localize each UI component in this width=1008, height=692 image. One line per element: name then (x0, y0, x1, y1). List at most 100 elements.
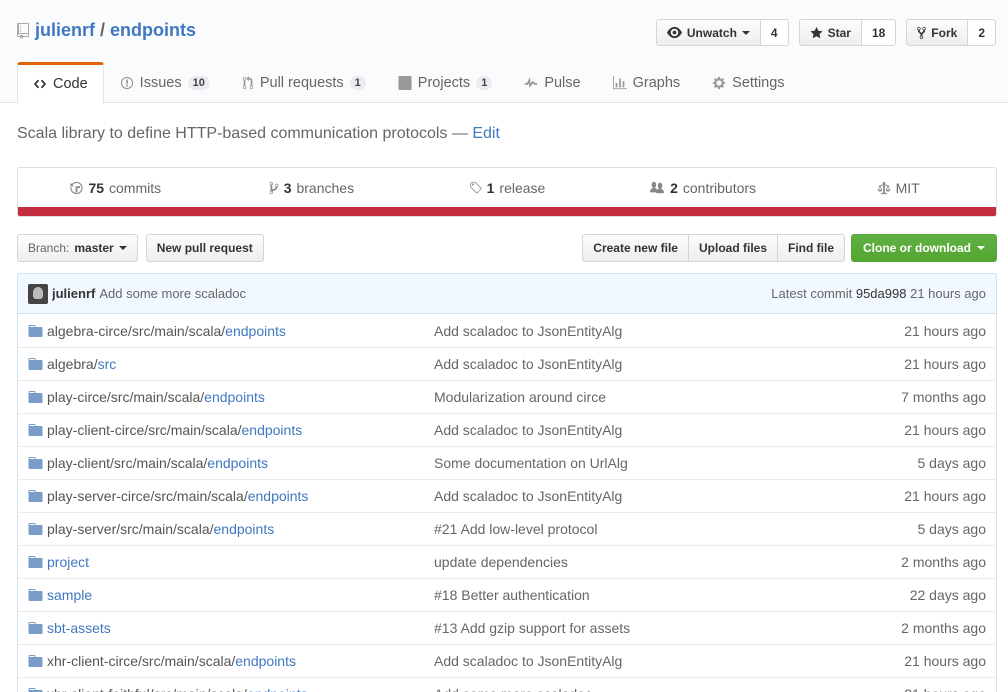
file-name-link[interactable]: play-circe/src/main/scala/endpoints (47, 389, 437, 405)
file-commit-message-link[interactable]: Modularization around circe (434, 389, 606, 405)
file-path-target[interactable]: endpoints (242, 422, 303, 438)
file-path-target[interactable]: endpoints (214, 521, 275, 537)
file-commit-message-link[interactable]: Add scaladoc to JsonEntityAlg (434, 323, 622, 339)
pulse-icon (525, 76, 538, 88)
file-rows: algebra-circe/src/main/scala/endpoints Ad… (18, 314, 996, 692)
tab-label: Pull requests (259, 74, 344, 91)
file-commit-message-link[interactable]: #13 Add gzip support for assets (434, 620, 630, 636)
upload-files-button[interactable]: Upload files (688, 234, 778, 262)
star-button[interactable]: Star (798, 19, 862, 46)
forks-count[interactable]: 2 (968, 19, 996, 46)
repo-owner-link[interactable]: julienrf (35, 20, 95, 41)
file-commit-message-link[interactable]: Add scaladoc to JsonEntityAlg (434, 356, 622, 372)
history-icon (70, 181, 84, 194)
file-path-target[interactable]: endpoints (207, 455, 268, 471)
tab-projects[interactable]: Projects 1 (382, 62, 509, 102)
unwatch-button[interactable]: Unwatch (655, 19, 761, 46)
file-commit-message-link[interactable]: Add some more scaladoc (434, 686, 592, 692)
file-name-link[interactable]: play-server-circe/src/main/scala/endpoin… (47, 488, 437, 504)
table-row: algebra-circe/src/main/scala/endpoints Ad… (18, 314, 996, 347)
find-file-button[interactable]: Find file (778, 234, 845, 262)
repo-nav-tabs: Code Issues 10 Pull requests 1 Projects … (17, 62, 801, 103)
tab-pull-requests[interactable]: Pull requests 1 (226, 62, 382, 102)
tab-graphs[interactable]: Graphs (597, 62, 697, 102)
edit-description-link[interactable]: Edit (472, 125, 500, 142)
tab-issues[interactable]: Issues 10 (104, 62, 226, 102)
releases-count: 1 (486, 179, 495, 196)
fork-button[interactable]: Fork (906, 19, 969, 46)
file-path-prefix: play-client/src/main/scala/ (47, 455, 208, 471)
file-commit-message-link[interactable]: Add scaladoc to JsonEntityAlg (434, 488, 622, 504)
new-pull-request-button[interactable]: New pull request (145, 234, 264, 262)
tab-code[interactable]: Code (17, 62, 104, 103)
file-commit-message-link[interactable]: #18 Better authentication (434, 587, 590, 603)
file-name-link[interactable]: xhr-client-faithful/src/main/scala/endpo… (47, 686, 437, 692)
commit-sha-link[interactable]: 95da998 (856, 286, 907, 301)
repo-path-separator: / (100, 20, 106, 40)
star-icon (809, 26, 823, 38)
language-color-bar[interactable] (18, 207, 996, 216)
branch-icon (269, 181, 279, 194)
file-name-link[interactable]: play-server/src/main/scala/endpoints (47, 521, 437, 537)
file-path-target[interactable]: endpoints (204, 389, 265, 405)
tab-settings[interactable]: Settings (696, 62, 800, 102)
file-name-link[interactable]: sample (47, 587, 437, 603)
file-commit-message-link[interactable]: update dependencies (434, 554, 568, 570)
law-icon (877, 181, 890, 194)
file-nav-left: Branch: master New pull request (17, 234, 264, 262)
commit-author-link[interactable]: julienrf (52, 286, 95, 301)
file-path-target[interactable]: endpoints (235, 653, 296, 669)
table-row: xhr-client-circe/src/main/scala/endpoint… (18, 644, 996, 677)
file-name-link[interactable]: xhr-client-circe/src/main/scala/endpoint… (47, 653, 437, 669)
file-name-link[interactable]: play-client/src/main/scala/endpoints (47, 455, 437, 471)
tab-pulse[interactable]: Pulse (508, 62, 596, 102)
commit-message-link[interactable]: Add some more scaladoc (99, 286, 246, 301)
tab-label: Projects (417, 74, 471, 91)
file-commit-message-link[interactable]: #21 Add low-level protocol (434, 521, 597, 537)
file-path-target[interactable]: sample (47, 587, 92, 603)
file-path-target[interactable]: project (47, 554, 89, 570)
branch-select-label: Branch: (28, 241, 70, 255)
tab-label: Settings (732, 74, 785, 91)
folder-icon (28, 587, 45, 603)
file-name-link[interactable]: play-client-circe/src/main/scala/endpoin… (47, 422, 437, 438)
folder-icon (28, 389, 45, 405)
create-new-file-button[interactable]: Create new file (582, 234, 689, 262)
file-commit-age: 21 hours ago (904, 322, 986, 339)
file-commit-message-link[interactable]: Some documentation on UrlAlg (434, 455, 628, 471)
file-commit-age: 21 hours ago (904, 686, 986, 692)
file-commit-message-link[interactable]: Add scaladoc to JsonEntityAlg (434, 653, 622, 669)
file-path-prefix: algebra/ (47, 356, 98, 372)
table-row: xhr-client-faithful/src/main/scala/endpo… (18, 677, 996, 692)
stargazers-count[interactable]: 18 (861, 19, 897, 46)
file-actions-group: Create new file Upload files Find file (582, 234, 845, 262)
repo-name-link[interactable]: endpoints (110, 20, 196, 41)
clone-or-download-button[interactable]: Clone or download (851, 234, 997, 262)
branch-select-button[interactable]: Branch: master (17, 234, 138, 262)
file-path-target[interactable]: endpoints (225, 323, 286, 339)
file-commit-message-link[interactable]: Add scaladoc to JsonEntityAlg (434, 422, 622, 438)
avatar[interactable] (28, 283, 48, 304)
file-name-link[interactable]: algebra-circe/src/main/scala/endpoints (47, 323, 437, 339)
file-path-target[interactable]: src (98, 356, 117, 372)
file-path-target[interactable]: endpoints (248, 488, 309, 504)
folder-icon (28, 323, 45, 339)
project-icon (398, 75, 412, 90)
file-path-target[interactable]: sbt-assets (47, 620, 111, 636)
folder-icon (28, 686, 45, 692)
description-text: Scala library to define HTTP-based commu… (17, 125, 468, 142)
watchers-count[interactable]: 4 (760, 19, 789, 46)
projects-count-badge: 1 (476, 75, 493, 90)
commits-count: 75 (88, 179, 105, 196)
file-commit-age: 7 months ago (901, 389, 986, 405)
repo-description: Scala library to define HTTP-based commu… (17, 125, 500, 143)
file-path-target[interactable]: endpoints (247, 686, 308, 692)
file-name-link[interactable]: algebra/src (47, 356, 437, 372)
file-path-prefix: algebra-circe/src/main/scala/ (47, 322, 226, 339)
folder-icon (28, 653, 45, 669)
file-commit-age: 21 hours ago (904, 488, 986, 504)
star-label: Star (827, 25, 851, 40)
file-name-link[interactable]: project (47, 554, 437, 570)
file-name-link[interactable]: sbt-assets (47, 620, 437, 636)
file-commit-age: 22 days ago (909, 587, 986, 603)
